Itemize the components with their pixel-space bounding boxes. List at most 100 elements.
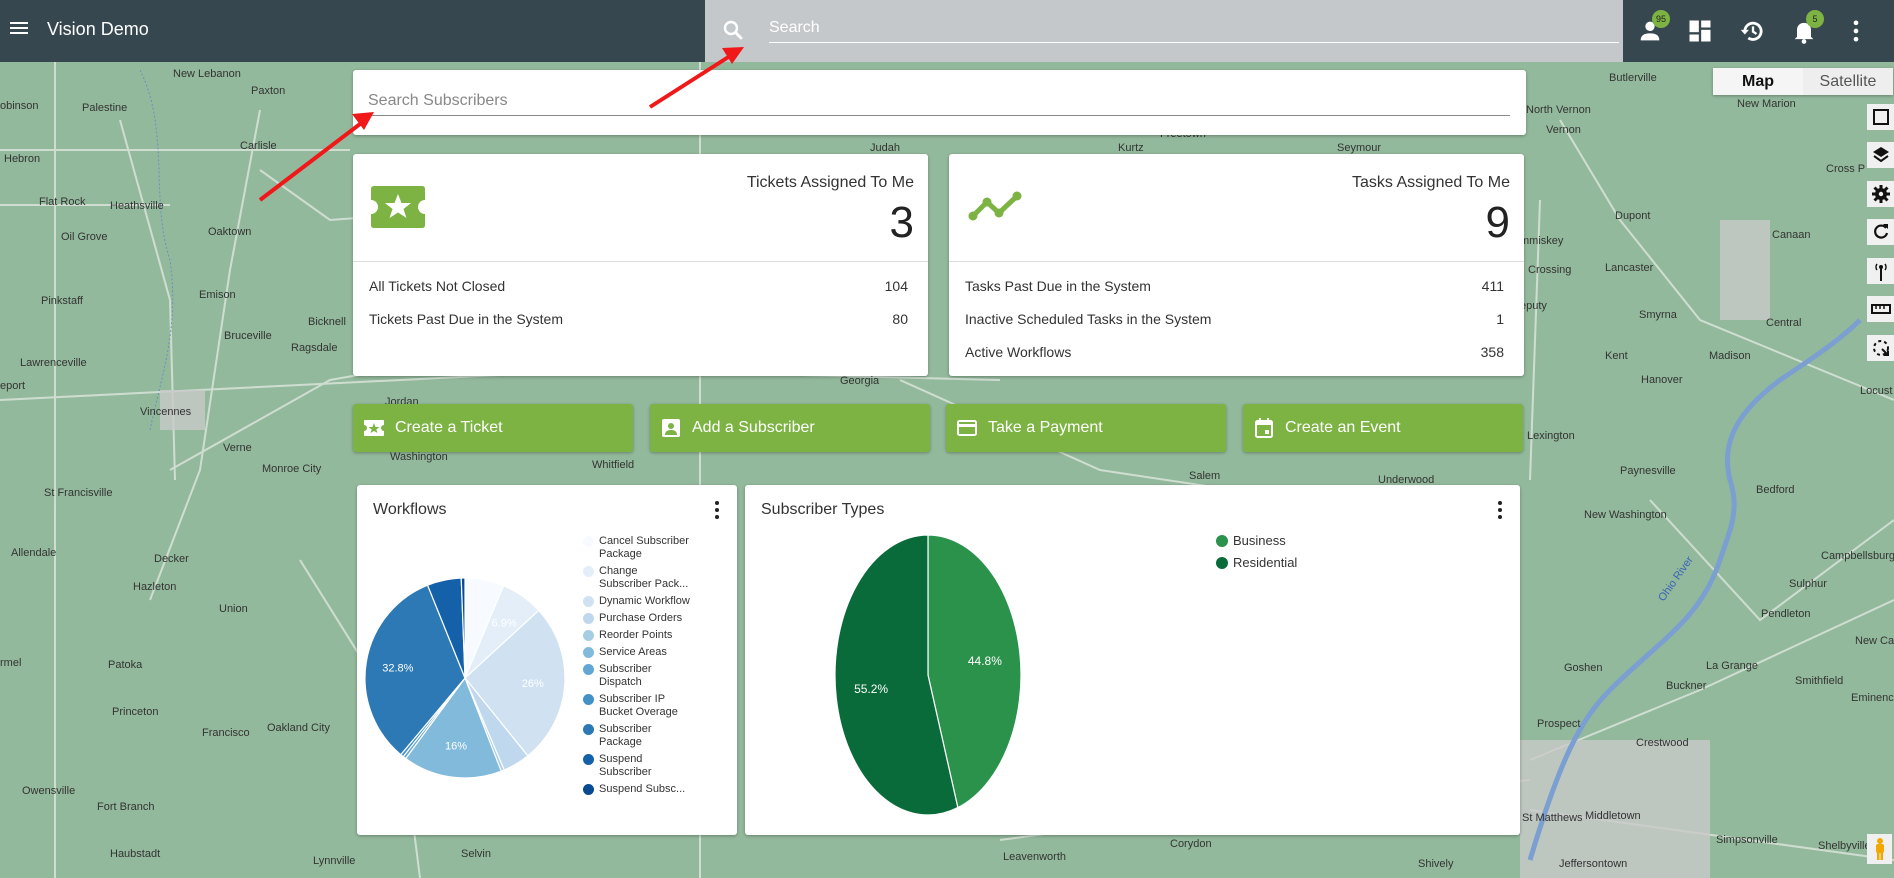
map-town-label: Crestwood — [1636, 737, 1689, 749]
map-town-label: Lancaster — [1605, 262, 1654, 274]
map-town-label: Oakland City — [267, 722, 330, 734]
credit-card-icon — [956, 417, 978, 439]
legend-item[interactable]: Dynamic Workflow — [583, 595, 691, 608]
legend-item[interactable]: Change Subscriber Pack... — [583, 565, 691, 591]
map-town-label: Jeffersontown — [1559, 858, 1628, 870]
map-type-satellite-button[interactable]: Satellite — [1803, 68, 1893, 95]
map-town-label: Dupont — [1615, 210, 1651, 222]
hamburger-menu-button[interactable] — [10, 19, 32, 41]
more-vert-icon[interactable] — [1842, 17, 1870, 45]
account-icon[interactable]: 95 — [1636, 10, 1670, 45]
workflows-legend: Cancel Subscriber Package Change Subscrib… — [583, 535, 691, 800]
more-vert-icon[interactable] — [1490, 499, 1510, 521]
legend-item[interactable]: Subscriber IP Bucket Overage — [583, 693, 691, 719]
map-town-label: Shelbyville — [1818, 840, 1871, 852]
stat-row[interactable]: Tasks Past Due in the System 411 — [965, 278, 1504, 311]
map-town-label: Emison — [199, 289, 236, 301]
dashboard-icon[interactable] — [1686, 17, 1714, 45]
top-app-bar: Vision Demo 95 5 — [0, 0, 1894, 62]
legend-item[interactable]: Subscriber Dispatch — [583, 663, 691, 689]
ticket-icon — [363, 417, 385, 439]
legend-item[interactable]: Suspend Subsc... — [583, 783, 691, 796]
stat-row[interactable]: All Tickets Not Closed 104 — [369, 278, 908, 311]
map-town-label: Lynnville — [313, 855, 356, 867]
select-area-icon[interactable] — [1867, 335, 1894, 361]
menu-icon-line — [10, 32, 28, 34]
create-event-button[interactable]: Create an Event — [1243, 404, 1523, 452]
legend-label: Dynamic Workflow — [599, 595, 690, 607]
map-town-label: Oil Grove — [61, 231, 108, 243]
map-town-label: Pinkstaff — [41, 295, 83, 307]
legend-swatch — [583, 694, 594, 705]
stat-row[interactable]: Tickets Past Due in the System 80 — [369, 311, 908, 344]
tasks-assigned-card[interactable]: Tasks Assigned To Me 9 Tasks Past Due in… — [949, 154, 1524, 376]
history-icon[interactable] — [1739, 17, 1767, 45]
settings-icon[interactable] — [1867, 181, 1894, 207]
more-vert-icon[interactable] — [707, 499, 727, 521]
button-label: Add a Subscriber — [692, 419, 815, 436]
legend-item[interactable]: Suspend Subscriber — [583, 753, 691, 779]
pie-data-label: 26% — [522, 678, 544, 690]
legend-label: Cancel Subscriber Package — [599, 535, 689, 560]
app-title: Vision Demo — [47, 19, 149, 39]
ruler-icon[interactable] — [1867, 296, 1894, 322]
stat-row[interactable]: Inactive Scheduled Tasks in the System 1 — [965, 311, 1504, 344]
card-title: Tickets Assigned To Me — [746, 174, 914, 191]
legend-item[interactable]: Purchase Orders — [583, 612, 691, 625]
legend-item[interactable]: Cancel Subscriber Package — [583, 535, 691, 561]
legend-label: Suspend Subsc... — [599, 783, 686, 795]
legend-swatch — [583, 647, 594, 658]
notifications-icon[interactable]: 5 — [1790, 10, 1824, 45]
subscriber-types-pie-chart: 44.8% 55.2% — [834, 535, 1022, 816]
legend-item[interactable]: Business — [1216, 533, 1297, 549]
legend-label: Purchase Orders — [599, 612, 683, 624]
legend-swatch — [583, 630, 594, 641]
subscriber-search-input[interactable] — [368, 86, 1510, 116]
timeline-icon — [967, 186, 1022, 228]
card-value: 3 — [889, 198, 914, 247]
account-box-icon — [660, 417, 682, 439]
legend-item[interactable]: Subscriber Package — [583, 723, 691, 749]
map-town-label: Kent — [1605, 350, 1628, 362]
map-town-label: New Lebanon — [173, 68, 241, 80]
map-type-toggle: Map Satellite — [1713, 68, 1893, 95]
legend-swatch — [583, 784, 594, 795]
global-search-input[interactable] — [769, 13, 1619, 43]
search-icon[interactable] — [721, 18, 745, 42]
map-town-label: Madison — [1709, 350, 1751, 362]
stat-row[interactable]: Active Workflows 358 — [965, 344, 1504, 377]
map-town-label: Selvin — [461, 848, 491, 860]
legend-item[interactable]: Residential — [1216, 555, 1297, 571]
map-town-label: obinson — [0, 100, 39, 112]
legend-label: Subscriber Package — [599, 723, 652, 748]
layers-icon[interactable] — [1867, 142, 1894, 168]
tickets-assigned-card[interactable]: Tickets Assigned To Me 3 All Tickets Not… — [353, 154, 928, 376]
map-town-label: Judah — [870, 142, 900, 154]
take-payment-button[interactable]: Take a Payment — [946, 404, 1226, 452]
map-town-label: Washington — [390, 451, 448, 463]
map-town-label: Bedford — [1756, 484, 1795, 496]
map-town-label: New Ca — [1855, 635, 1894, 647]
legend-label: Change Subscriber Pack... — [599, 565, 689, 590]
map-town-label: Whitfield — [592, 459, 635, 471]
legend-item[interactable]: Service Areas — [583, 646, 691, 659]
card-value: 9 — [1485, 198, 1510, 247]
refresh-icon[interactable] — [1867, 219, 1894, 245]
create-ticket-button[interactable]: Create a Ticket — [353, 404, 633, 452]
workflows-pie-chart: 6.9% 26% 16% 32.8% — [364, 577, 566, 779]
map-town-label: Canaan — [1772, 229, 1811, 241]
draw-rectangle-icon[interactable] — [1867, 104, 1894, 130]
notifications-badge: 5 — [1806, 10, 1824, 28]
legend-item[interactable]: Reorder Points — [583, 629, 691, 642]
tower-icon[interactable] — [1867, 258, 1894, 284]
map-town-label: Buckner — [1666, 680, 1707, 692]
stat-value: 80 — [892, 311, 908, 327]
map-type-map-button[interactable]: Map — [1713, 68, 1803, 95]
legend-label: Subscriber Dispatch — [599, 663, 652, 688]
map-town-label: Palestine — [82, 102, 128, 114]
map-town-label: Smithfield — [1795, 675, 1844, 687]
add-subscriber-button[interactable]: Add a Subscriber — [650, 404, 930, 452]
map-town-label: La Grange — [1706, 660, 1758, 672]
street-view-pegman-icon[interactable] — [1867, 834, 1892, 864]
map-town-label: Carlisle — [240, 140, 277, 152]
